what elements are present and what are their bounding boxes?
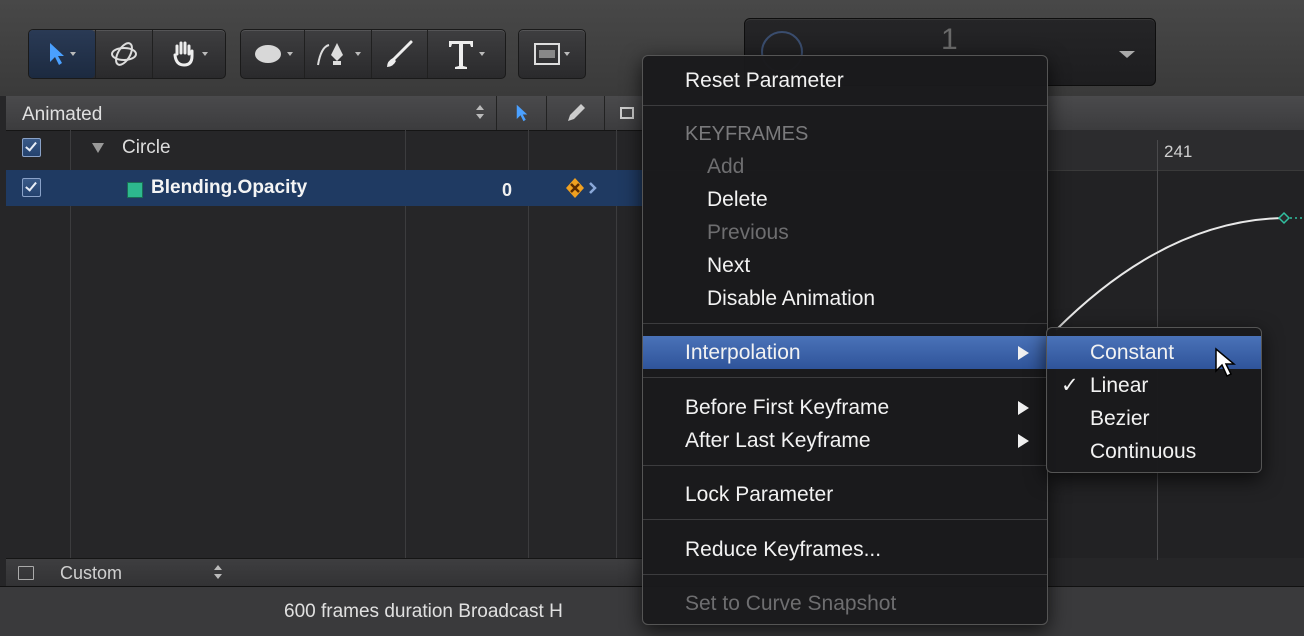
menu-separator [643, 377, 1047, 378]
bezier-tool-button[interactable] [304, 30, 370, 78]
menu-item-add: Add [707, 155, 745, 178]
project-info-text: 600 frames duration Broadcast H [284, 601, 563, 622]
menu-item-disable-animation[interactable]: Disable Animation [643, 282, 1047, 315]
text-icon [449, 41, 474, 69]
submenu-arrow-icon [1018, 401, 1029, 415]
ruler-frame-label: 241 [1164, 142, 1193, 161]
menu-separator [643, 574, 1047, 575]
parameter-row-blending-opacity[interactable]: Blending.Opacity 0 [6, 170, 642, 206]
select-tool-header-button[interactable] [496, 96, 547, 130]
menu-item-before-first-keyframe[interactable]: Before First Keyframe [643, 391, 1047, 424]
mouse-cursor-icon [1215, 347, 1236, 378]
menu-section-keyframes: KEYFRAMES [685, 123, 809, 145]
submenu-item-bezier[interactable]: Bezier [1047, 402, 1261, 435]
chevron-down-icon [564, 52, 570, 56]
timecode-value: 1 [941, 23, 958, 56]
chevron-down-icon[interactable] [1119, 51, 1135, 58]
menu-separator [643, 519, 1047, 520]
menu-item-delete[interactable]: Delete [643, 183, 1047, 216]
paint-stroke-tool-button[interactable] [370, 30, 427, 78]
orbit-icon [111, 42, 137, 66]
arrow-pointer-icon [516, 104, 528, 122]
panel-footer: Custom [6, 558, 642, 587]
stepper-arrows-icon[interactable] [476, 105, 486, 121]
submenu-arrow-icon [1018, 434, 1029, 448]
ellipse-tool-button[interactable] [241, 30, 304, 78]
text-tool-button[interactable] [426, 30, 505, 78]
pen-icon [316, 43, 343, 66]
menu-item-set-to-curve-snapshot: Set to Curve Snapshot [685, 592, 897, 615]
tool-group-draw [240, 29, 506, 79]
chevron-down-icon [202, 52, 208, 56]
menu-item-lock-parameter[interactable]: Lock Parameter [643, 478, 1047, 511]
menu-item-after-last-keyframe[interactable]: After Last Keyframe [643, 424, 1047, 457]
animation-curve[interactable] [1046, 200, 1304, 340]
curve-set-icon [18, 566, 34, 580]
pan-tool-button[interactable] [152, 30, 225, 78]
submenu-arrow-icon [1018, 346, 1029, 360]
brush-icon [387, 40, 413, 67]
menu-item-reset-parameter[interactable]: Reset Parameter [643, 64, 1047, 97]
menu-separator [643, 465, 1047, 466]
menu-item-previous: Previous [707, 221, 789, 244]
select-tool-button[interactable] [29, 30, 95, 78]
enable-checkbox[interactable] [22, 138, 41, 157]
menu-item-next[interactable]: Next [643, 249, 1047, 282]
rectangle-mask-icon [534, 43, 560, 65]
box-icon [620, 107, 634, 119]
disclosure-triangle-icon[interactable] [92, 143, 104, 153]
parameter-row-circle[interactable]: Circle [6, 130, 642, 166]
ellipse-icon [254, 45, 281, 63]
arrow-pointer-icon [50, 43, 64, 65]
keyframe-diamond-icon[interactable] [564, 176, 604, 205]
tool-group-mask [518, 29, 586, 79]
checkmark-icon: ✓ [1061, 374, 1079, 397]
menu-item-reduce-keyframes[interactable]: Reduce Keyframes... [643, 533, 1047, 566]
chevron-down-icon [479, 52, 486, 56]
parameter-value[interactable]: 0 [502, 180, 512, 201]
submenu-item-continuous[interactable]: Continuous [1047, 435, 1261, 468]
row-label: Blending.Opacity [151, 177, 308, 198]
chevron-down-icon [70, 52, 76, 56]
parameter-color-swatch [127, 182, 143, 198]
menu-separator [643, 323, 1047, 324]
mask-tool-button[interactable] [519, 30, 585, 78]
show-filter-label[interactable]: Animated [22, 104, 102, 126]
pencil-tool-header-button[interactable] [546, 96, 605, 130]
stepper-arrows-icon[interactable] [214, 565, 224, 581]
tool-group-select [28, 29, 226, 79]
enable-checkbox[interactable] [22, 178, 41, 197]
pencil-icon [568, 104, 585, 121]
chevron-down-icon [286, 52, 293, 56]
menu-separator [643, 105, 1047, 106]
hand-icon [173, 41, 194, 67]
context-menu: Reset Parameter KEYFRAMES Add Delete Pre… [642, 55, 1048, 625]
orbit-tool-button[interactable] [95, 30, 152, 78]
chevron-down-icon [354, 52, 361, 56]
menu-item-interpolation[interactable]: Interpolation [643, 336, 1047, 369]
curve-set-selector[interactable]: Custom [60, 563, 122, 584]
row-label: Circle [122, 137, 171, 158]
